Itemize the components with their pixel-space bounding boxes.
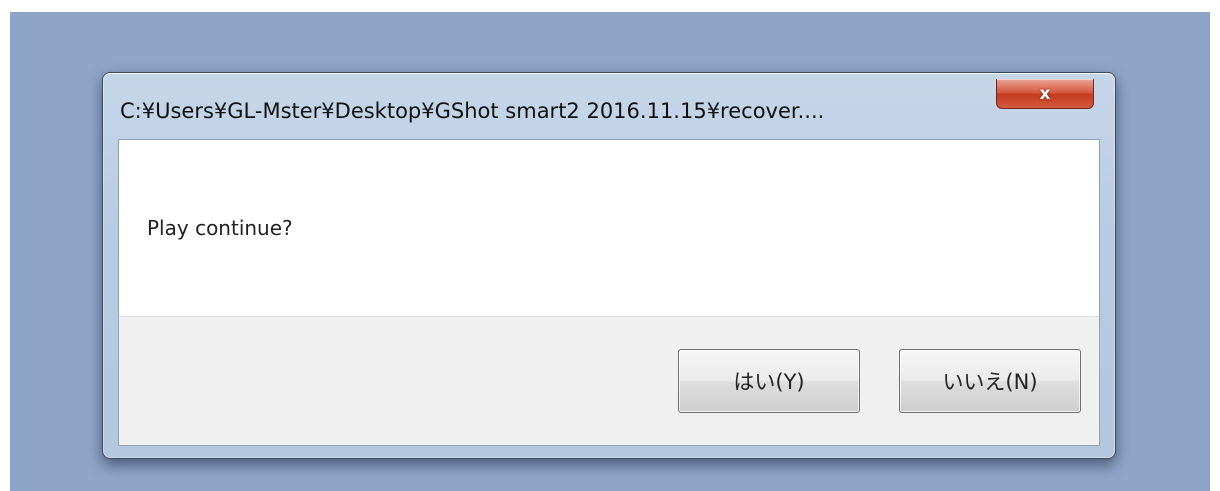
dialog-client-area: Play continue? はい(Y) いいえ(N) [118, 139, 1100, 446]
top-cutoff-strip [0, 0, 1220, 12]
close-button[interactable]: x [996, 79, 1094, 109]
dialog-titlebar[interactable]: C:¥Users¥GL-Mster¥Desktop¥GShot smart2 2… [103, 73, 1115, 139]
message-dialog: C:¥Users¥GL-Mster¥Desktop¥GShot smart2 2… [102, 72, 1116, 459]
close-icon: x [1039, 83, 1051, 104]
dialog-title: C:¥Users¥GL-Mster¥Desktop¥GShot smart2 2… [120, 99, 825, 123]
button-area: はい(Y) いいえ(N) [119, 316, 1099, 445]
dialog-message: Play continue? [147, 216, 293, 240]
desktop-background: C:¥Users¥GL-Mster¥Desktop¥GShot smart2 2… [10, 12, 1210, 491]
yes-button[interactable]: はい(Y) [678, 349, 860, 413]
message-area: Play continue? [119, 140, 1099, 316]
no-button[interactable]: いいえ(N) [899, 349, 1081, 413]
